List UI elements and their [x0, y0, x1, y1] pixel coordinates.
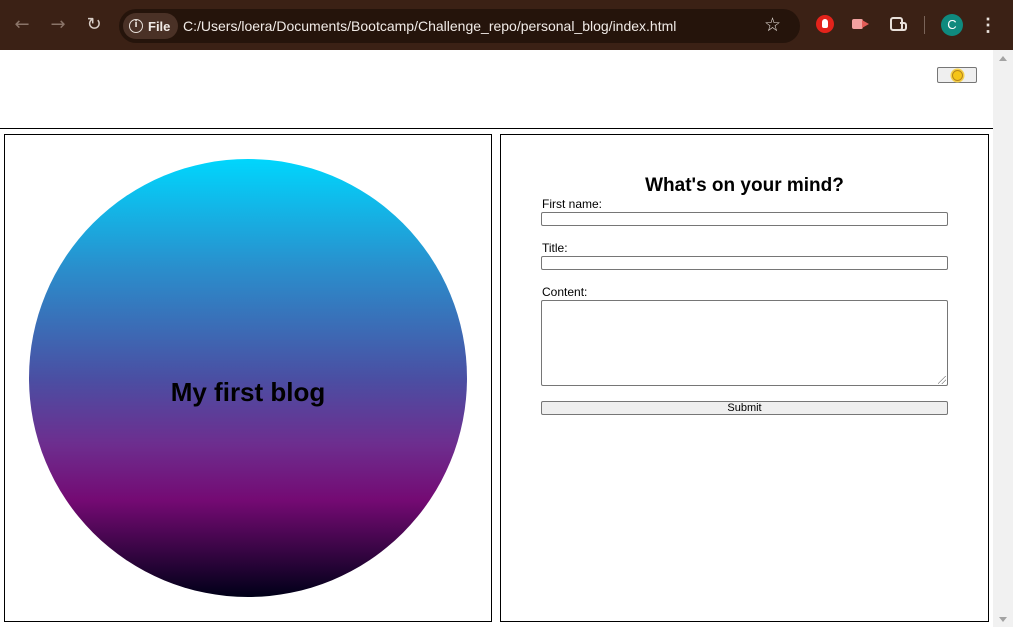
blog-form-panel: What's on your mind? First name: Title: … — [500, 134, 989, 622]
page-viewport: My first blog What's on your mind? First… — [0, 50, 993, 627]
red-hand-extension-icon[interactable] — [816, 15, 834, 33]
browser-toolbar: ← → ↻ i File C:/Users/loera/Documents/Bo… — [0, 0, 1013, 50]
content-textarea[interactable] — [541, 300, 948, 386]
hero-panel: My first blog — [4, 134, 492, 622]
puzzle-extensions-icon[interactable] — [889, 15, 907, 33]
content-label: Content: — [542, 285, 588, 299]
hero-gradient-circle: My first blog — [29, 159, 467, 597]
header-divider — [0, 128, 993, 129]
sun-icon — [951, 69, 963, 81]
profile-avatar[interactable]: C — [941, 14, 963, 36]
camera-extension-icon[interactable] — [851, 15, 869, 33]
browser-menu-icon[interactable]: ⋮ — [979, 12, 997, 38]
info-icon: i — [129, 19, 143, 33]
scroll-up-arrow-icon[interactable] — [999, 56, 1007, 61]
blog-title: My first blog — [170, 376, 326, 407]
back-button[interactable]: ← — [10, 13, 34, 37]
page-scrollbar[interactable] — [993, 50, 1013, 627]
first-name-label: First name: — [542, 197, 603, 211]
first-name-input[interactable] — [541, 212, 948, 226]
forward-button[interactable]: → — [46, 13, 70, 37]
title-label: Title: — [542, 241, 568, 255]
site-info-label: File — [148, 18, 171, 34]
title-input[interactable] — [541, 256, 948, 270]
submit-button[interactable]: Submit — [541, 401, 948, 415]
reload-button[interactable]: ↻ — [82, 13, 106, 37]
resize-grip-icon[interactable] — [938, 376, 946, 384]
scroll-down-arrow-icon[interactable] — [999, 617, 1007, 622]
theme-toggle-button[interactable] — [937, 67, 977, 83]
form-heading: What's on your mind? — [645, 175, 844, 196]
address-bar[interactable]: i File C:/Users/loera/Documents/Bootcamp… — [119, 9, 800, 43]
url-text[interactable]: C:/Users/loera/Documents/Bootcamp/Challe… — [183, 18, 676, 34]
site-info-chip[interactable]: i File — [123, 13, 179, 39]
toolbar-divider — [924, 16, 925, 34]
bookmark-star-icon[interactable]: ☆ — [764, 14, 781, 36]
